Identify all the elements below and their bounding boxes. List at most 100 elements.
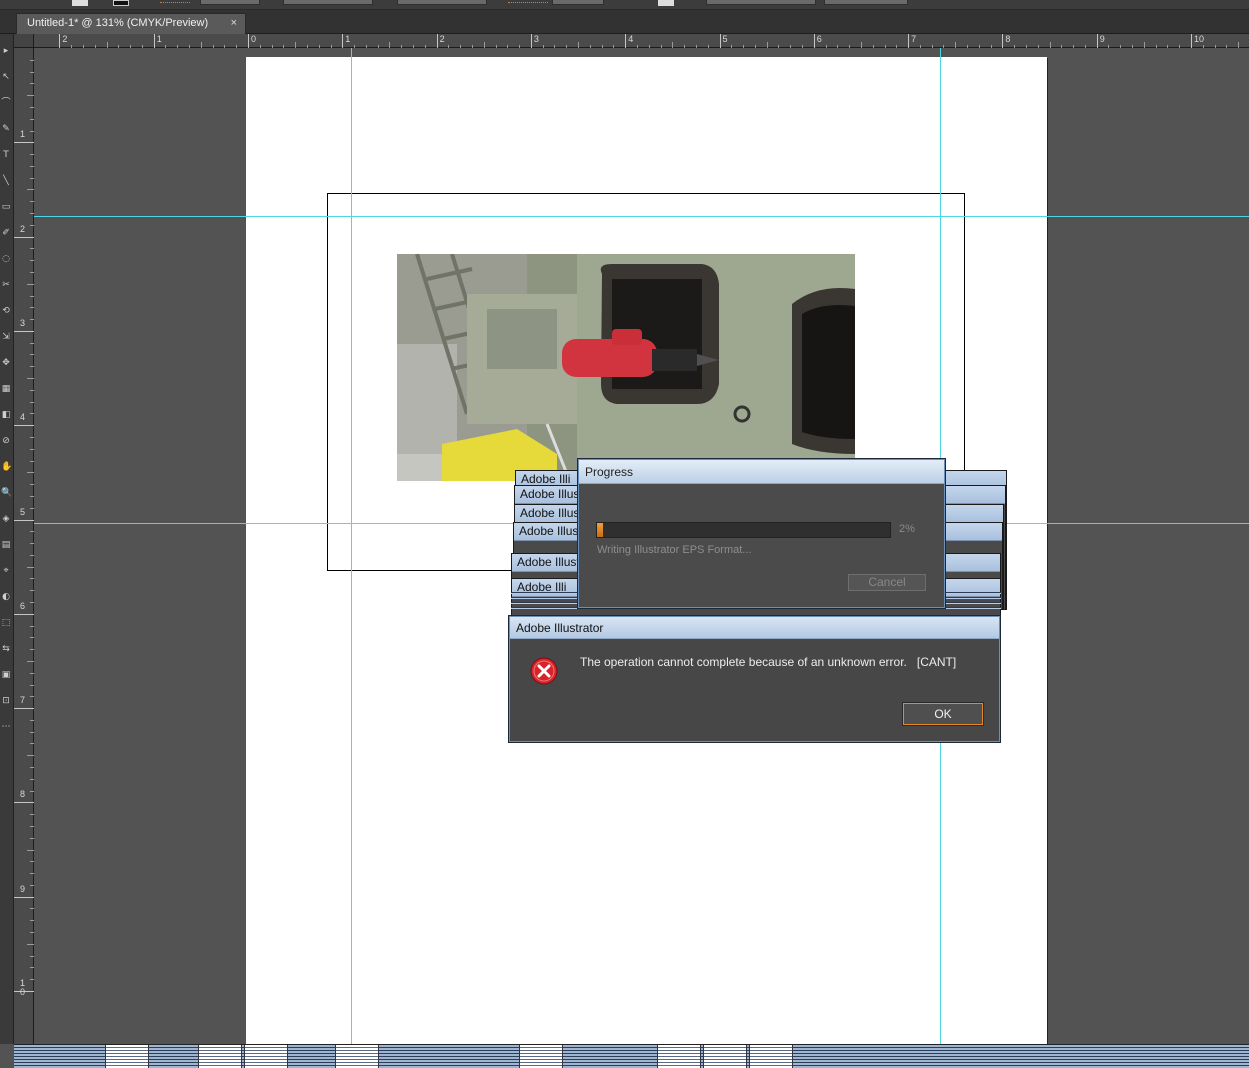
scale-tool-icon[interactable]: ⇲	[1, 332, 11, 343]
ruler-minor-tick	[106, 42, 108, 48]
minimized-window[interactable]	[749, 1045, 793, 1068]
document-tab[interactable]: Untitled-1* @ 131% (CMYK/Preview) ×	[16, 13, 246, 34]
symbol-sprayer-tool-icon[interactable]: ▦	[1, 384, 11, 395]
stroke-weight-field[interactable]	[200, 0, 260, 5]
ruler-minor-tick	[1120, 45, 1122, 48]
placed-photo[interactable]	[397, 254, 855, 481]
ruler-minor-tick	[30, 319, 34, 321]
magic-wand-tool-icon[interactable]: ⌒	[1, 98, 11, 109]
stroke-style[interactable]	[160, 2, 190, 3]
ruler-minor-tick	[354, 45, 356, 48]
ruler-minor-tick	[837, 45, 839, 48]
document-setup-button[interactable]	[706, 0, 816, 5]
ruler-minor-tick	[460, 45, 462, 48]
ruler-minor-tick	[30, 307, 34, 309]
line-tool-icon[interactable]: ╲	[1, 176, 11, 187]
eyedropper-tool-icon[interactable]: ⌖	[1, 566, 11, 577]
variable-width-profile[interactable]	[508, 2, 548, 3]
ruler-minor-tick	[30, 873, 34, 875]
ruler-minor-tick	[30, 224, 34, 226]
ok-button[interactable]: OK	[902, 702, 984, 726]
graphic-style-swatch[interactable]	[658, 0, 674, 6]
opacity-field[interactable]	[552, 0, 604, 5]
ruler-tick	[248, 34, 249, 48]
fill-stroke-icon[interactable]: ▣	[1, 670, 11, 681]
blob-brush-tool-icon[interactable]: ◌	[1, 254, 11, 265]
ruler-minor-tick	[30, 837, 34, 839]
zoom-tool-icon[interactable]: 🔍	[1, 488, 12, 499]
horizontal-ruler[interactable]: 2 1 0 1 2 3 4 5 6 7 8 9 10	[34, 34, 1249, 48]
minimized-window[interactable]	[519, 1045, 563, 1068]
ruler-label: 6	[20, 600, 26, 611]
guide-vertical[interactable]	[351, 48, 352, 1044]
direct-selection-tool-icon[interactable]: ↖	[1, 72, 11, 83]
minimized-window[interactable]	[703, 1045, 747, 1068]
blend-tool-icon[interactable]: ◐	[1, 592, 11, 603]
ruler-minor-tick	[30, 271, 34, 273]
error-dialog-title[interactable]: Adobe Illustrator	[510, 617, 999, 639]
ruler-minor-tick	[118, 45, 120, 48]
ruler-minor-tick	[30, 260, 34, 262]
ruler-minor-tick	[30, 790, 34, 792]
ruler-label: 1 0	[20, 978, 26, 997]
mesh-tool-icon[interactable]: ◈	[1, 514, 11, 525]
rectangle-tool-icon[interactable]: ▭	[1, 202, 11, 213]
ruler-minor-tick	[30, 731, 34, 733]
ruler-minor-tick	[1179, 45, 1181, 48]
ruler-label: 1	[345, 34, 351, 44]
ruler-minor-tick	[224, 45, 226, 48]
graph-tool-icon[interactable]: ◧	[1, 410, 11, 421]
artboard-tool-icon[interactable]: ⬚	[1, 618, 11, 629]
ruler-minor-tick	[990, 45, 992, 48]
minimized-window[interactable]	[657, 1045, 701, 1068]
drawing-mode-icon[interactable]: ⊡	[1, 696, 11, 707]
scissors-tool-icon[interactable]: ✂	[1, 280, 11, 291]
rotate-tool-icon[interactable]: ⟲	[1, 306, 11, 317]
ruler-minor-tick	[212, 45, 214, 48]
minimized-window[interactable]	[244, 1045, 288, 1068]
ruler-origin[interactable]	[14, 34, 34, 48]
ruler-minor-tick	[130, 45, 132, 48]
screen-mode-icon[interactable]: ⋯	[1, 722, 11, 733]
style-field[interactable]	[397, 0, 487, 5]
free-transform-tool-icon[interactable]: ✥	[1, 358, 11, 369]
vertical-ruler[interactable]: 1 2 3 4 5 6 7 8 9 1 0	[14, 48, 34, 1044]
minimized-window[interactable]	[335, 1045, 379, 1068]
minimized-window[interactable]	[198, 1045, 242, 1068]
slice-tool-icon[interactable]: ⊘	[1, 436, 11, 447]
cancel-button[interactable]: Cancel	[848, 574, 926, 591]
ruler-label: 9	[20, 883, 26, 894]
ruler-minor-tick	[684, 45, 686, 48]
paintbrush-tool-icon[interactable]: ✐	[1, 228, 11, 239]
swap-fill-stroke-icon[interactable]: ⇆	[1, 644, 11, 655]
minimized-window[interactable]	[105, 1045, 149, 1068]
ruler-minor-tick	[978, 45, 980, 48]
ruler-label: 10	[1194, 34, 1205, 44]
ruler-minor-tick	[30, 908, 34, 910]
brush-field[interactable]	[283, 0, 373, 5]
close-tab-icon[interactable]: ×	[231, 14, 237, 33]
ruler-tick	[342, 34, 344, 48]
pen-tool-icon[interactable]: ✎	[1, 124, 11, 135]
ruler-minor-tick	[189, 45, 191, 48]
hand-tool-icon[interactable]: ✋	[1, 462, 12, 473]
preferences-button[interactable]	[824, 0, 908, 5]
ruler-label: 2	[62, 34, 68, 44]
selection-tool-icon[interactable]: ▸	[1, 46, 11, 57]
ruler-minor-tick	[30, 554, 34, 556]
progress-dialog-title[interactable]: Progress	[579, 460, 944, 484]
ruler-minor-tick	[695, 45, 697, 48]
fill-swatch[interactable]	[72, 0, 88, 6]
ruler-minor-tick	[30, 213, 34, 215]
gradient-tool-icon[interactable]: ▤	[1, 540, 11, 551]
ruler-label: 0	[251, 34, 257, 44]
ruler-label: 1	[156, 34, 162, 44]
guide-horizontal[interactable]	[34, 216, 1249, 217]
ruler-minor-tick	[790, 45, 792, 48]
ruler-minor-tick	[306, 45, 308, 48]
ruler-minor-tick	[30, 814, 34, 816]
ruler-minor-tick	[30, 825, 34, 827]
type-tool-icon[interactable]: T	[1, 150, 11, 161]
stroke-swatch[interactable]	[113, 0, 129, 6]
ruler-label: 7	[20, 695, 26, 706]
